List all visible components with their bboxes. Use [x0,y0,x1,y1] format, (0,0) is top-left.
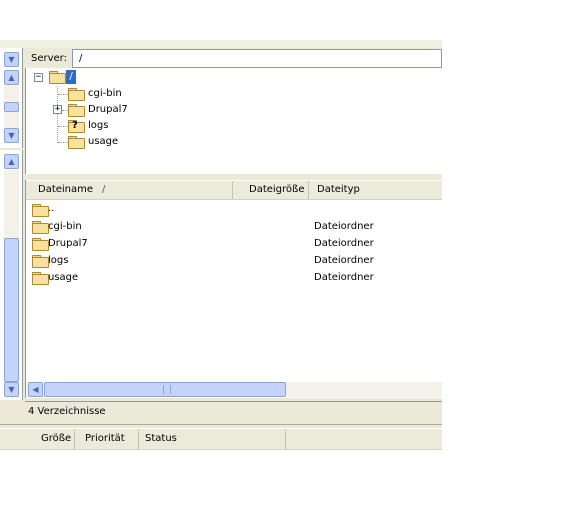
tree-item-logs[interactable]: logs [88,120,108,131]
queue-column-priority[interactable]: Priorität [75,429,139,449]
column-header-name[interactable]: Dateiname / [26,181,233,199]
folder-icon [32,204,49,217]
file-name: cgi-bin [48,221,82,232]
queue-column-status[interactable]: Status [139,429,286,449]
folder-icon [32,272,49,285]
expand-drupal7-icon[interactable]: + [53,105,62,114]
left-scroll-thumb[interactable] [4,102,19,112]
file-name: logs [48,255,69,266]
file-type: Dateiordner [314,221,374,232]
table-row[interactable]: usage Dateiordner [26,270,426,286]
top-border [0,40,442,48]
file-name: usage [48,272,79,283]
question-mark-icon: ? [72,120,78,131]
file-name: .. [48,203,55,214]
folder-icon [32,238,49,251]
tree-root-label: / [69,71,73,82]
divider [0,424,442,425]
tree-item-drupal7[interactable]: Drupal7 [88,104,128,115]
file-type: Dateiordner [314,272,374,283]
server-label: Server: [31,53,67,64]
folder-icon [32,221,49,234]
scroll-left-button[interactable]: ◀ [28,382,43,397]
sort-indicator-icon: / [102,184,106,195]
queue-column-size[interactable]: Größe [36,429,75,449]
file-list-header: Dateiname / Dateigröße Dateityp [26,181,442,200]
left-list-scroll-thumb[interactable] [4,238,19,382]
folder-unknown-icon: ? [68,120,85,133]
queue-column-status-label: Status [145,433,177,444]
tree-item-cgi-bin[interactable]: cgi-bin [88,88,122,99]
tree-line [58,94,68,95]
queue-column-priority-label: Priorität [85,433,125,444]
tree-line [58,126,68,127]
left-scroll-up-button[interactable]: ▲ [4,70,19,85]
left-scroll-down-button[interactable]: ▼ [4,128,19,143]
left-list-scroll-up-button[interactable]: ▲ [4,154,19,169]
queue-header: Größe Priorität Status [0,428,442,450]
server-path-text: / [79,53,83,64]
folder-icon [32,255,49,268]
server-path-input[interactable]: / [72,49,442,68]
file-type: Dateiordner [314,255,374,266]
root-folder-icon [49,71,66,84]
folder-icon [68,104,85,117]
tree-root-selected[interactable]: / [66,70,76,84]
horizontal-scroll-thumb[interactable] [44,382,286,397]
folder-icon [68,136,85,149]
column-header-size-label: Dateigröße [249,184,305,195]
status-text: 4 Verzeichnisse [28,406,106,417]
column-header-size[interactable]: Dateigröße [233,181,309,199]
column-header-name-label: Dateiname [38,184,94,195]
tree-line [58,142,68,143]
left-dropdown-button[interactable]: ▼ [4,52,19,67]
table-row[interactable]: Drupal7 Dateiordner [26,236,426,252]
tree-item-usage[interactable]: usage [88,136,118,147]
table-row[interactable]: logs Dateiordner [26,253,426,269]
folder-icon [68,88,85,101]
left-list-scroll-down-button[interactable]: ▼ [4,382,19,397]
file-name: Drupal7 [48,238,88,249]
column-header-type-label: Dateityp [317,184,360,195]
column-header-type[interactable]: Dateityp [309,181,442,199]
grip-icon [163,385,171,394]
file-type: Dateiordner [314,238,374,249]
root-collapse-icon[interactable]: − [34,73,43,82]
table-row[interactable]: cgi-bin Dateiordner [26,219,426,235]
table-row[interactable]: .. [26,202,426,218]
status-bar: 4 Verzeichnisse [25,401,442,421]
queue-column-size-label: Größe [41,433,72,444]
